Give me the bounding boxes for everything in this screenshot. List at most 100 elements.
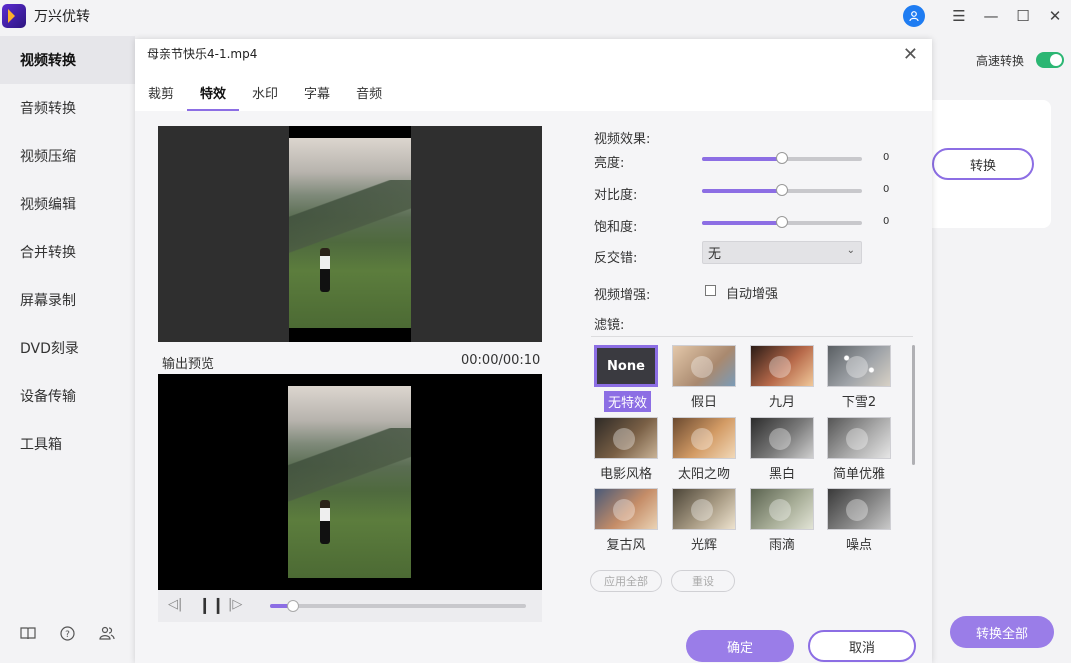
- sidebar-item-video-convert[interactable]: 视频转换: [0, 36, 135, 84]
- close-window-icon[interactable]: ✕: [1039, 0, 1071, 32]
- auto-enhance-label: 自动增强: [726, 287, 779, 302]
- filter-thumb[interactable]: [594, 488, 658, 530]
- tab-crop[interactable]: 裁剪: [135, 77, 187, 111]
- filter-none[interactable]: None 无特效: [594, 345, 658, 412]
- filter-thumb[interactable]: [672, 488, 736, 530]
- contrast-slider[interactable]: [702, 184, 862, 196]
- playback-slider[interactable]: [270, 600, 526, 612]
- filter-raindrop[interactable]: 雨滴: [750, 488, 814, 553]
- tab-subtitle[interactable]: 字幕: [291, 77, 343, 111]
- filter-retro[interactable]: 复古风: [594, 488, 658, 553]
- filter-thumb[interactable]: [672, 345, 736, 387]
- apply-all-button[interactable]: 应用全部: [590, 570, 662, 592]
- convert-button[interactable]: 转换: [932, 148, 1034, 180]
- chevron-down-icon: ⌄: [846, 245, 855, 256]
- contrast-handle[interactable]: [776, 184, 788, 196]
- sidebar-item-audio-convert[interactable]: 音频转换: [0, 84, 135, 132]
- filter-snow[interactable]: 下雪2: [827, 345, 891, 410]
- saturation-label: 饱和度:: [594, 220, 638, 235]
- high-speed-label: 高速转换: [976, 54, 1025, 68]
- filter-simple-elegant[interactable]: 简单优雅: [827, 417, 891, 482]
- playback-handle[interactable]: [287, 600, 300, 612]
- sidebar-item-video-compress[interactable]: 视频压缩: [0, 132, 135, 180]
- filter-label-snow: 下雪2: [841, 395, 877, 410]
- brightness-label: 亮度:: [594, 156, 625, 171]
- help-icon[interactable]: ?: [60, 626, 75, 645]
- previous-frame-icon[interactable]: ◁|: [168, 597, 182, 612]
- dialog-title: 母亲节快乐4-1.mp4: [147, 47, 258, 61]
- effects-dialog: 母亲节快乐4-1.mp4 ✕ 裁剪 特效 水印 字幕 音频 输出预览 00:00…: [135, 39, 932, 663]
- reset-button[interactable]: 重设: [671, 570, 735, 592]
- saturation-handle[interactable]: [776, 216, 788, 228]
- sidebar-footer: ?: [0, 626, 135, 645]
- filter-cinema[interactable]: 电影风格: [594, 417, 658, 482]
- output-video-preview: [158, 374, 542, 590]
- filter-thumb[interactable]: [827, 488, 891, 530]
- tab-effects[interactable]: 特效: [187, 77, 240, 111]
- filter-thumb[interactable]: [750, 488, 814, 530]
- sidebar-item-merge[interactable]: 合并转换: [0, 228, 135, 276]
- filter-thumb[interactable]: [594, 417, 658, 459]
- filter-scrollbar[interactable]: [912, 345, 915, 465]
- minimize-icon[interactable]: —: [975, 0, 1007, 32]
- deinterlace-select[interactable]: 无 ⌄: [702, 241, 862, 264]
- filter-sun-kiss[interactable]: 太阳之吻: [672, 417, 736, 482]
- brightness-value: 0: [883, 152, 890, 163]
- filter-thumb[interactable]: [750, 417, 814, 459]
- source-video-preview: [158, 126, 542, 342]
- tab-bar: 裁剪 特效 水印 字幕 音频: [135, 77, 932, 111]
- app-logo-icon: [2, 4, 26, 28]
- contrast-label: 对比度:: [594, 188, 638, 203]
- filter-label-retro: 复古风: [606, 538, 646, 553]
- brightness-handle[interactable]: [776, 152, 788, 164]
- confirm-button[interactable]: 确定: [686, 630, 794, 662]
- filter-glow[interactable]: 光辉: [672, 488, 736, 553]
- sidebar-item-dvd-burn[interactable]: DVD刻录: [0, 324, 135, 372]
- filter-september[interactable]: 九月: [750, 345, 814, 410]
- tab-watermark[interactable]: 水印: [239, 77, 291, 111]
- saturation-slider[interactable]: [702, 216, 862, 228]
- contrast-value: 0: [883, 184, 890, 195]
- menu-icon[interactable]: ☰: [943, 0, 975, 32]
- filter-thumb[interactable]: [672, 417, 736, 459]
- filter-label-noise: 噪点: [845, 538, 872, 553]
- filter-none-thumb[interactable]: None: [594, 345, 658, 387]
- filter-black-white[interactable]: 黑白: [750, 417, 814, 482]
- brightness-slider[interactable]: [702, 152, 862, 164]
- time-readout: 00:00/00:10: [461, 353, 541, 368]
- window-controls: ☰ — ☐ ✕: [903, 0, 1071, 32]
- output-preview-label: 输出预览: [162, 357, 215, 372]
- filter-label-none: 无特效: [604, 391, 652, 412]
- next-frame-icon[interactable]: |▷: [228, 597, 242, 612]
- filter-label-glow: 光辉: [690, 538, 717, 553]
- player-controls: ◁| ❙❙ |▷: [158, 590, 542, 622]
- users-icon[interactable]: [99, 626, 115, 645]
- filter-thumb[interactable]: [827, 417, 891, 459]
- sidebar-item-toolbox[interactable]: 工具箱: [0, 420, 135, 468]
- filter-label-sun-kiss: 太阳之吻: [677, 467, 730, 482]
- filter-thumb[interactable]: [827, 345, 891, 387]
- filter-label-simple-elegant: 简单优雅: [832, 467, 885, 482]
- high-speed-toggle[interactable]: [1036, 52, 1064, 68]
- maximize-icon[interactable]: ☐: [1007, 0, 1039, 32]
- pause-icon[interactable]: ❙❙: [198, 595, 225, 614]
- book-icon[interactable]: [20, 626, 36, 645]
- filter-noise[interactable]: 噪点: [827, 488, 891, 553]
- close-icon[interactable]: ✕: [903, 44, 918, 65]
- main-panel-right: 高速转换 转换 转换全部: [932, 36, 1071, 663]
- dialog-content: 输出预览 00:00/00:10 ◁| ❙❙ |▷ 视频效果: 亮度: 0 对比…: [135, 111, 932, 663]
- convert-all-button[interactable]: 转换全部: [950, 616, 1054, 648]
- sidebar-item-video-edit[interactable]: 视频编辑: [0, 180, 135, 228]
- filter-thumb[interactable]: [750, 345, 814, 387]
- user-icon[interactable]: [903, 5, 925, 27]
- filter-holiday[interactable]: 假日: [672, 345, 736, 410]
- filter-label-raindrop: 雨滴: [768, 538, 795, 553]
- sidebar-item-device-transfer[interactable]: 设备传输: [0, 372, 135, 420]
- saturation-value: 0: [883, 216, 890, 227]
- sidebar-item-screen-record[interactable]: 屏幕录制: [0, 276, 135, 324]
- cancel-button[interactable]: 取消: [808, 630, 916, 662]
- tab-audio[interactable]: 音频: [343, 77, 395, 111]
- filter-label-black-white: 黑白: [768, 467, 795, 482]
- enhance-label: 视频增强:: [594, 288, 651, 303]
- auto-enhance-checkbox[interactable]: [705, 285, 716, 296]
